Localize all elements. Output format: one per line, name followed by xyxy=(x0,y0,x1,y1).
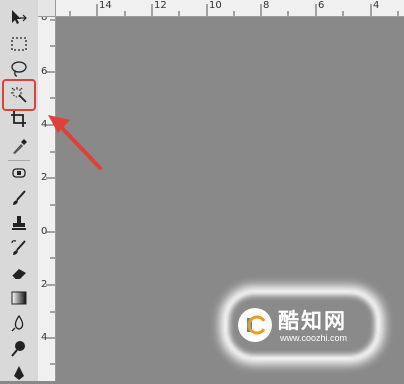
crop-tool[interactable] xyxy=(6,108,32,130)
eyedropper-tool[interactable] xyxy=(6,135,32,157)
history-brush-tool[interactable] xyxy=(6,237,32,259)
ruler-left-label: 2 xyxy=(41,279,48,290)
move-tool[interactable] xyxy=(6,6,32,28)
dodge-tool[interactable] xyxy=(6,338,32,360)
vertical-ruler: 8 6 4 2 0 2 4 xyxy=(38,0,56,381)
stamp-icon xyxy=(12,216,26,230)
ruler-left-label: 0 xyxy=(41,226,48,237)
gradient-icon xyxy=(11,291,27,305)
ruler-corner xyxy=(38,0,56,17)
vertical-ruler-ticks xyxy=(46,19,55,365)
crop-icon xyxy=(11,111,26,127)
ruler-top-label: 4 xyxy=(373,0,380,11)
gradient-tool[interactable] xyxy=(6,287,32,309)
ruler-left-label: 2 xyxy=(41,172,48,183)
bandage-icon xyxy=(12,168,26,178)
eraser-icon xyxy=(11,269,26,280)
horizontal-ruler: 14 12 10 8 6 4 xyxy=(55,0,404,17)
move-icon xyxy=(12,10,27,24)
lasso-icon xyxy=(11,61,27,77)
lasso-tool[interactable] xyxy=(6,58,32,80)
coozhi-logo-icon xyxy=(238,308,272,342)
ruler-left-label: 4 xyxy=(41,119,48,130)
quick-selection-tool[interactable] xyxy=(2,79,36,111)
brush-tool[interactable] xyxy=(6,187,32,209)
magic-wand-icon xyxy=(11,87,27,103)
blur-tool[interactable] xyxy=(6,312,32,334)
brush-icon xyxy=(13,190,26,205)
healing-brush-tool[interactable] xyxy=(6,162,32,184)
ruler-top-label: 8 xyxy=(263,0,270,11)
ruler-top-label: 10 xyxy=(209,0,222,11)
rect-marquee-icon xyxy=(11,37,27,51)
dodge-icon xyxy=(11,341,25,357)
watermark: 酷知网 www.coozhi.com xyxy=(226,292,378,358)
ruler-top-label: 6 xyxy=(318,0,325,11)
eraser-tool[interactable] xyxy=(6,262,32,284)
ruler-top-label: 12 xyxy=(154,0,167,11)
ruler-top-label: 14 xyxy=(99,0,112,11)
tools-panel xyxy=(0,0,39,381)
toolbar-divider xyxy=(8,160,30,161)
ruler-left-label: 4 xyxy=(41,332,48,343)
ruler-left-label: 6 xyxy=(41,66,48,77)
blur-icon xyxy=(11,314,24,332)
watermark-title: 酷知网 xyxy=(278,310,347,333)
marquee-tool[interactable] xyxy=(6,33,32,55)
pen-icon xyxy=(14,366,24,380)
clone-stamp-tool[interactable] xyxy=(6,212,32,234)
history-brush-icon xyxy=(11,240,26,255)
watermark-url: www.coozhi.com xyxy=(280,333,348,343)
eyedropper-icon xyxy=(13,139,27,154)
